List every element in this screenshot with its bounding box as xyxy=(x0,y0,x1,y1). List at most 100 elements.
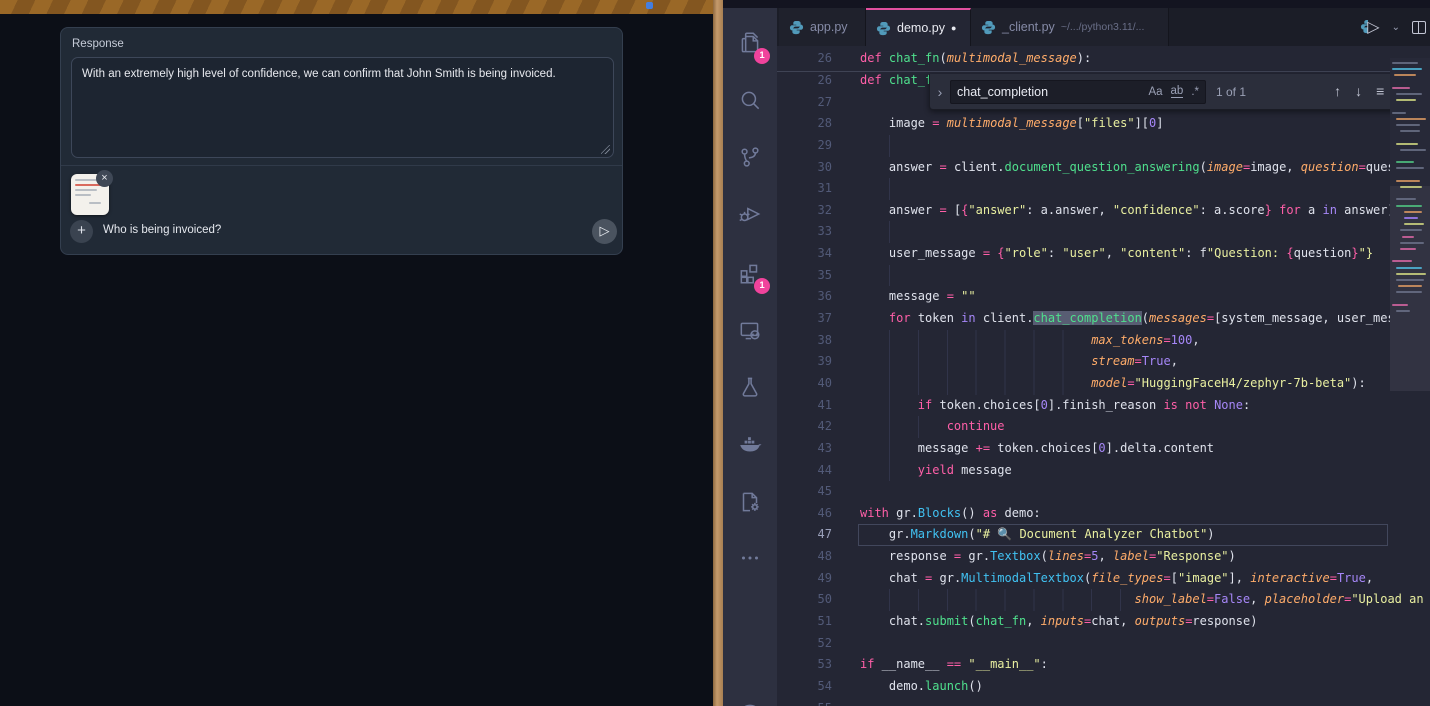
resize-handle-icon[interactable] xyxy=(601,145,610,154)
line-number: 50 xyxy=(777,589,832,611)
code-line-48[interactable]: 48 response = gr.Textbox(lines=5, label=… xyxy=(777,546,1430,568)
code-line-28[interactable]: 28 image = multimodal_message["files"][0… xyxy=(777,113,1430,135)
line-number: 36 xyxy=(777,286,832,308)
gradio-panel: Response With an extremely high level of… xyxy=(60,27,623,255)
search-icon[interactable] xyxy=(723,75,777,125)
run-python-file-button[interactable]: ▷ xyxy=(1367,17,1379,37)
code-line-30[interactable]: 30 answer = client.document_question_ans… xyxy=(777,157,1430,179)
sticky-scroll-line[interactable]: 26def chat_fn(multimodal_message): xyxy=(777,46,1390,72)
line-number: 38 xyxy=(777,330,832,352)
line-number: 51 xyxy=(777,611,832,633)
find-next-icon[interactable]: ↓ xyxy=(1355,83,1362,100)
response-textarea[interactable]: With an extremely high level of confiden… xyxy=(71,57,614,158)
find-input[interactable]: chat_completion Aa ab .* xyxy=(950,80,1206,104)
code-line-29[interactable]: 29 xyxy=(777,135,1430,157)
code-line-50[interactable]: 50 show_label=False, placeholder="Upload… xyxy=(777,589,1430,611)
line-number: 47 xyxy=(777,524,832,546)
find-in-selection-icon[interactable]: ≡ xyxy=(1376,83,1384,100)
account-icon[interactable] xyxy=(723,691,777,706)
code-line-40[interactable]: 40 model="HuggingFaceH4/zephyr-7b-beta")… xyxy=(777,373,1430,395)
code-line-38[interactable]: 38 max_tokens=100, xyxy=(777,330,1430,352)
tab-path: ~/.../python3.11/... xyxy=(1061,21,1145,33)
line-number: 27 xyxy=(777,92,832,114)
code-line-45[interactable]: 45 xyxy=(777,481,1430,503)
whole-word-icon[interactable]: ab xyxy=(1171,85,1184,98)
line-number: 39 xyxy=(777,351,832,373)
response-label: Response xyxy=(72,38,124,50)
modified-dot-icon[interactable]: ● xyxy=(951,23,956,33)
browser-bar-dot xyxy=(646,2,653,9)
code-line-54[interactable]: 54 demo.launch() xyxy=(777,676,1430,698)
panel-divider xyxy=(61,165,622,166)
code-area[interactable]: 26def chat_fn(multimodal_message):2728 i… xyxy=(777,70,1430,706)
line-number: 31 xyxy=(777,178,832,200)
tab-demo-py[interactable]: demo.py ● xyxy=(866,8,971,46)
code-line-33[interactable]: 33 xyxy=(777,221,1430,243)
line-number: 33 xyxy=(777,221,832,243)
code-line-47[interactable]: 47 gr.Markdown("# 🔍 Document Analyzer Ch… xyxy=(777,524,1430,546)
attach-file-button[interactable]: + xyxy=(70,220,93,243)
code-line-44[interactable]: 44 yield message xyxy=(777,460,1430,482)
split-editor-icon[interactable] xyxy=(1412,21,1426,34)
regex-icon[interactable]: .* xyxy=(1191,86,1199,98)
match-case-icon[interactable]: Aa xyxy=(1148,86,1162,98)
minimap[interactable] xyxy=(1390,58,1430,391)
explorer-badge: 1 xyxy=(754,48,770,64)
line-number: 41 xyxy=(777,395,832,417)
line-number: 54 xyxy=(777,676,832,698)
code-line-41[interactable]: 41 if token.choices[0].finish_reason is … xyxy=(777,395,1430,417)
tab-app-py[interactable]: app.py xyxy=(779,8,866,46)
more-icon[interactable] xyxy=(723,533,777,583)
activity-bar: 1 1 xyxy=(723,8,777,706)
python-icon xyxy=(981,20,996,35)
code-line-43[interactable]: 43 message += token.choices[0].delta.con… xyxy=(777,438,1430,460)
code-line-32[interactable]: 32 answer = [{"answer": a.answer, "confi… xyxy=(777,200,1430,222)
tab-label: _client.py xyxy=(1002,20,1055,34)
remote-explorer-icon[interactable] xyxy=(723,306,777,356)
run-dropdown-chevron-icon[interactable]: ⌄ xyxy=(1392,22,1400,33)
run-debug-icon[interactable] xyxy=(723,189,777,239)
code-line-52[interactable]: 52 xyxy=(777,633,1430,655)
chat-input[interactable]: Who is being invoiced? xyxy=(103,224,221,236)
vscode-window: 1 1 xyxy=(723,0,1430,706)
code-line-49[interactable]: 49 chat = gr.MultimodalTextbox(file_type… xyxy=(777,568,1430,590)
explorer-icon[interactable]: 1 xyxy=(723,18,777,68)
code-line-42[interactable]: 42 continue xyxy=(777,416,1430,438)
find-previous-icon[interactable]: ↑ xyxy=(1334,83,1341,100)
find-expand-chevron-icon[interactable]: › xyxy=(930,84,950,100)
line-number: 29 xyxy=(777,135,832,157)
find-query-text[interactable]: chat_completion xyxy=(957,85,1140,99)
tab-client-py[interactable]: _client.py ~/.../python3.11/... xyxy=(971,8,1169,46)
response-text: With an extremely high level of confiden… xyxy=(82,68,556,80)
line-number: 45 xyxy=(777,481,832,503)
line-number: 43 xyxy=(777,438,832,460)
line-number: 49 xyxy=(777,568,832,590)
source-control-icon[interactable] xyxy=(723,132,777,182)
remove-image-button[interactable]: × xyxy=(96,170,113,187)
find-result-count: 1 of 1 xyxy=(1216,85,1246,99)
code-line-36[interactable]: 36 message = "" xyxy=(777,286,1430,308)
gradio-app: Response With an extremely high level of… xyxy=(0,0,713,706)
find-widget: › chat_completion Aa ab .* 1 of 1 ↑ ↓ ≡ … xyxy=(929,74,1423,110)
task-runner-icon[interactable] xyxy=(723,477,777,527)
code-line-35[interactable]: 35 xyxy=(777,265,1430,287)
code-line-31[interactable]: 31 xyxy=(777,178,1430,200)
code-line-39[interactable]: 39 stream=True, xyxy=(777,351,1430,373)
docker-icon[interactable] xyxy=(723,420,777,470)
extensions-icon[interactable]: 1 xyxy=(723,248,777,298)
code-line-46[interactable]: 46with gr.Blocks() as demo: xyxy=(777,503,1430,525)
line-number: 26 xyxy=(777,70,832,92)
editor[interactable]: 26def chat_fn(multimodal_message): 2728 i… xyxy=(777,46,1430,706)
browser-top-bar xyxy=(0,0,713,14)
tab-label: app.py xyxy=(810,20,848,34)
testing-icon[interactable] xyxy=(723,362,777,412)
code-line-34[interactable]: 34 user_message = {"role": "user", "cont… xyxy=(777,243,1430,265)
code-line-51[interactable]: 51 chat.submit(chat_fn, inputs=chat, out… xyxy=(777,611,1430,633)
code-line-55[interactable]: 55 xyxy=(777,698,1430,706)
line-number: 28 xyxy=(777,113,832,135)
line-number: 37 xyxy=(777,308,832,330)
code-line-53[interactable]: 53if __name__ == "__main__": xyxy=(777,654,1430,676)
code-line-37[interactable]: 37 for token in client.chat_completion(m… xyxy=(777,308,1430,330)
send-button[interactable]: ▷ xyxy=(592,219,617,244)
line-number: 32 xyxy=(777,200,832,222)
